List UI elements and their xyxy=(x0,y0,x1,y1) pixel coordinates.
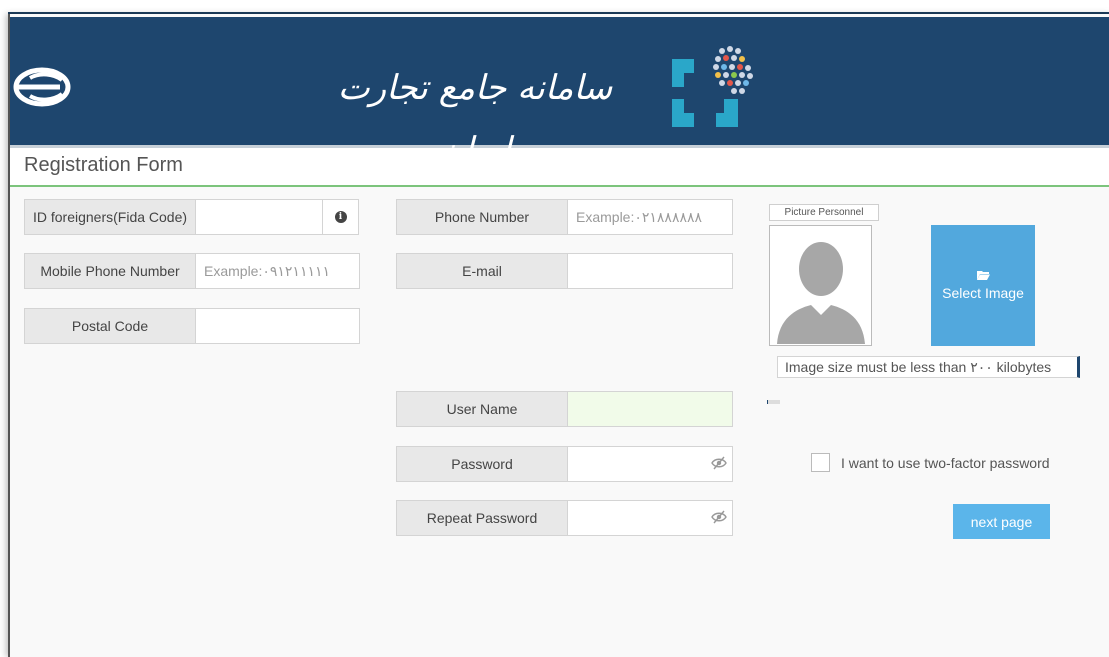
email-label: E-mail xyxy=(396,253,567,289)
mobile-phone-field: Mobile Phone Number xyxy=(24,253,360,289)
postal-code-input[interactable] xyxy=(195,308,360,344)
avatar-placeholder-icon xyxy=(771,227,870,344)
email-input[interactable] xyxy=(567,253,733,289)
page-title: Registration Form xyxy=(24,154,183,176)
globe-logo-icon xyxy=(13,67,71,107)
upload-progress-track xyxy=(767,400,780,404)
site-header: سامانه جامع تجارت ایران xyxy=(10,17,1109,170)
email-field: E-mail xyxy=(396,253,733,289)
image-size-note: Image size must be less than ۲۰۰ kilobyt… xyxy=(777,356,1080,378)
postal-code-label: Postal Code xyxy=(24,308,195,344)
repeat-password-field: Repeat Password xyxy=(396,500,733,536)
eye-slash-icon[interactable] xyxy=(711,510,727,524)
brand-title: سامانه جامع تجارت ایران xyxy=(337,68,613,170)
user-name-field: User Name xyxy=(396,391,733,427)
info-icon: i xyxy=(334,211,347,223)
picture-label: Picture Personnel xyxy=(769,204,879,221)
select-image-button[interactable]: Select Image xyxy=(931,225,1035,346)
fida-code-field: ID foreigners(Fida Code) i xyxy=(24,199,359,235)
eye-slash-icon[interactable] xyxy=(711,456,727,470)
repeat-password-input[interactable] xyxy=(567,500,733,536)
mobile-phone-input[interactable] xyxy=(195,253,360,289)
page-frame: سامانه جامع تجارت ایران Registration For… xyxy=(8,14,1109,657)
trade-system-logo-icon xyxy=(672,46,753,127)
avatar-preview xyxy=(769,225,872,346)
form-title-bar: Registration Form xyxy=(10,148,1109,187)
repeat-password-label: Repeat Password xyxy=(396,500,567,536)
phone-number-input[interactable] xyxy=(567,199,733,235)
mobile-phone-label: Mobile Phone Number xyxy=(24,253,195,289)
user-name-input[interactable] xyxy=(567,391,733,427)
select-image-label: Select Image xyxy=(942,285,1024,301)
postal-code-field: Postal Code xyxy=(24,308,360,344)
folder-open-icon xyxy=(976,271,990,280)
two-factor-label: I want to use two-factor password xyxy=(841,454,1050,471)
password-field: Password xyxy=(396,446,733,482)
next-page-button[interactable]: next page xyxy=(953,504,1050,539)
upload-progress-bar xyxy=(767,400,780,404)
upload-progress-fill xyxy=(767,400,768,404)
password-input[interactable] xyxy=(567,446,733,482)
password-label: Password xyxy=(396,446,567,482)
phone-number-label: Phone Number xyxy=(396,199,567,235)
fida-code-input[interactable] xyxy=(195,199,323,235)
fida-code-label: ID foreigners(Fida Code) xyxy=(24,199,195,235)
fida-info-button[interactable]: i xyxy=(323,199,359,235)
two-factor-checkbox[interactable] xyxy=(811,453,830,472)
user-name-label: User Name xyxy=(396,391,567,427)
phone-number-field: Phone Number xyxy=(396,199,733,235)
two-factor-option: I want to use two-factor password xyxy=(811,453,1050,472)
